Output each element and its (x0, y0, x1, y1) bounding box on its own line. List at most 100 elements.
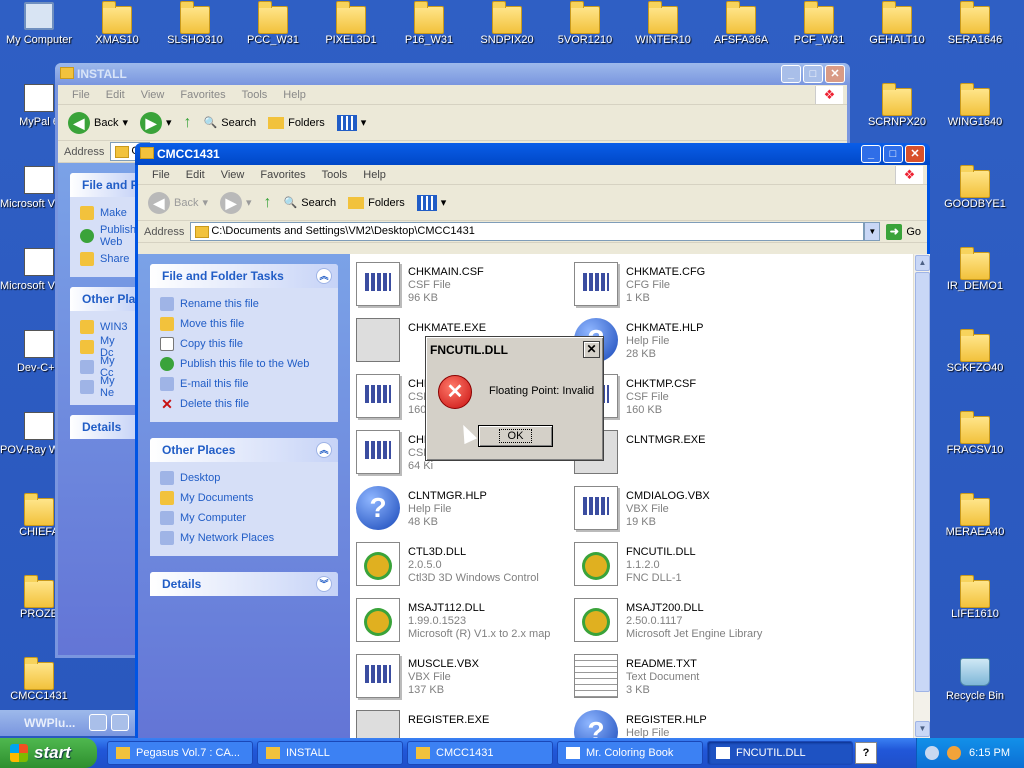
forward-button[interactable]: ▶ ▾ (136, 110, 176, 136)
desktop-icon[interactable]: SLSHO310 (156, 1, 234, 46)
scroll-thumb[interactable] (915, 272, 930, 692)
desktop-icon[interactable]: SCRNPX20 (858, 83, 936, 128)
menu-edit[interactable]: Edit (98, 89, 133, 101)
menu-edit[interactable]: Edit (178, 169, 213, 181)
panel-title[interactable]: Details (70, 415, 138, 439)
vertical-scrollbar[interactable]: ▲ ▼ (913, 254, 930, 738)
task-mr-coloring-book[interactable]: Mr. Coloring Book (557, 741, 703, 765)
file-tile[interactable]: CLNTMGR.EXE (574, 430, 784, 482)
task-fncutil[interactable]: FNCUTIL.DLL (707, 741, 853, 765)
cmcc-titlebar[interactable]: CMCC1431 _ □ ✕ (135, 143, 930, 165)
desktop-icon[interactable]: CMCC1431 (0, 657, 78, 702)
forward-button[interactable]: ▶ ▾ (216, 190, 256, 216)
task-email[interactable]: E-mail this file (160, 374, 328, 394)
file-tile[interactable]: FNCUTIL.DLL 1.1.2.0 FNC DLL-1 (574, 542, 784, 594)
help-quicklaunch-icon[interactable]: ? (855, 742, 877, 764)
task-publish[interactable]: Publish Web (80, 223, 136, 249)
menu-tools[interactable]: Tools (234, 89, 276, 101)
desktop-icon[interactable]: IR_DEMO1 (936, 247, 1014, 292)
menu-file[interactable]: File (144, 169, 178, 181)
scroll-up-arrow-icon[interactable]: ▲ (915, 255, 930, 271)
go-button[interactable]: ➜ Go (880, 223, 927, 240)
file-tile[interactable]: MSAJT200.DLL 2.50.0.1117 Microsoft Jet Eng… (574, 598, 784, 650)
desktop-icon[interactable]: XMAS10 (78, 1, 156, 46)
desktop-icon[interactable]: My Computer (0, 2, 78, 46)
file-tile[interactable]: MUSCLE.VBX VBX File 137 KB (356, 654, 566, 706)
dialog-close-button[interactable]: ✕ (583, 341, 600, 358)
expand-chevron-icon[interactable]: ︾ (316, 576, 332, 592)
clock[interactable]: 6:15 PM (969, 747, 1010, 759)
up-button[interactable]: ↑ (180, 112, 196, 134)
network-tray-icon[interactable] (925, 746, 940, 760)
desktop-icon[interactable]: PCC_W31 (234, 1, 312, 46)
desktop-icon[interactable]: PCF_W31 (780, 1, 858, 46)
menu-favorites[interactable]: Favorites (172, 89, 233, 101)
task-cmcc1431[interactable]: CMCC1431 (407, 741, 553, 765)
error-dialog[interactable]: FNCUTIL.DLL ✕ ✕ Floating Point: Invalid O… (425, 336, 604, 461)
file-tile[interactable]: CHKTMP.CSF CSF File 160 KB (574, 374, 784, 426)
collapse-chevron-icon[interactable]: ︽ (316, 442, 332, 458)
up-button[interactable]: ↑ (260, 192, 276, 214)
desktop-icon[interactable]: FRACSV10 (936, 411, 1014, 456)
desktop-icon[interactable]: Recycle Bin (936, 658, 1014, 702)
panel-title[interactable]: Other Pla (70, 287, 138, 311)
close-button[interactable]: ✕ (825, 65, 845, 83)
file-tile[interactable]: MSAJT112.DLL 1.99.0.1523 Microsoft (R) V1.… (356, 598, 566, 650)
place-my-network[interactable]: My Network Places (160, 528, 328, 548)
menu-view[interactable]: View (133, 89, 173, 101)
file-tile[interactable]: REGISTER.EXE (356, 710, 566, 738)
place-my-computer[interactable]: My Computer (160, 508, 328, 528)
start-button[interactable]: start (0, 738, 97, 768)
task-copy[interactable]: Copy this file (160, 334, 328, 354)
panel-title[interactable]: File and F (70, 173, 138, 197)
search-tray-icon[interactable] (947, 746, 962, 760)
search-button[interactable]: 🔍 Search (200, 114, 261, 131)
file-tile[interactable]: CHKMATE.CFG CFG File 1 KB (574, 262, 784, 314)
close-button[interactable] (111, 714, 129, 731)
file-tile[interactable]: ? CLNTMGR.HLP Help File 48 KB (356, 486, 566, 538)
scroll-down-arrow-icon[interactable]: ▼ (915, 721, 930, 737)
file-tile[interactable]: README.TXT Text Document 3 KB (574, 654, 784, 706)
back-button[interactable]: ◀ Back ▾ (144, 190, 212, 216)
maximize-button[interactable]: □ (883, 145, 903, 163)
task-install[interactable]: INSTALL (257, 741, 403, 765)
desktop-icon[interactable]: 5VOR1210 (546, 1, 624, 46)
panel-title[interactable]: File and Folder Tasks ︽ (150, 264, 338, 288)
minimize-button[interactable]: _ (781, 65, 801, 83)
task-rename[interactable]: Rename this file (160, 294, 328, 314)
address-input[interactable]: C:\Documents and Settings\VM2\Desktop\CM… (190, 222, 865, 241)
task-pegasus[interactable]: Pegasus Vol.7 : CA... (107, 741, 253, 765)
menu-view[interactable]: View (213, 169, 253, 181)
desktop-icon[interactable]: MERAEA40 (936, 493, 1014, 538)
file-tile[interactable]: CHKMAIN.CSF CSF File 96 KB (356, 262, 566, 314)
desktop-icon[interactable]: SERA1646 (936, 1, 1014, 46)
restore-button[interactable] (89, 714, 107, 731)
maximize-button[interactable]: □ (803, 65, 823, 83)
menu-file[interactable]: File (64, 89, 98, 101)
desktop-icon[interactable]: WING1640 (936, 83, 1014, 128)
minimize-button[interactable]: _ (861, 145, 881, 163)
desktop-icon[interactable]: P16_W31 (390, 1, 468, 46)
menu-tools[interactable]: Tools (314, 169, 356, 181)
collapse-chevron-icon[interactable]: ︽ (316, 268, 332, 284)
desktop-icon[interactable]: GOODBYE1 (936, 165, 1014, 210)
desktop-icon[interactable]: SNDPIX20 (468, 1, 546, 46)
panel-title[interactable]: Details ︾ (150, 572, 338, 596)
task-make[interactable]: Make (80, 203, 128, 223)
close-button[interactable]: ✕ (905, 145, 925, 163)
search-button[interactable]: 🔍 Search (280, 194, 341, 211)
desktop-icon[interactable]: AFSFA36A (702, 1, 780, 46)
task-publish[interactable]: Publish this file to the Web (160, 354, 328, 374)
place-my-documents[interactable]: My Dc (80, 335, 128, 359)
ok-button[interactable]: OK (478, 425, 553, 447)
task-move[interactable]: Move this file (160, 314, 328, 334)
place-win3[interactable]: WIN3 (80, 317, 128, 337)
views-button[interactable]: ▾ (413, 193, 451, 213)
address-dropdown-button[interactable]: ▼ (864, 222, 881, 241)
file-tile[interactable]: CMDIALOG.VBX VBX File 19 KB (574, 486, 784, 538)
place-my-documents[interactable]: My Documents (160, 488, 328, 508)
back-button[interactable]: ◀ Back ▾ (64, 110, 132, 136)
folders-button[interactable]: Folders (264, 115, 329, 131)
file-tile[interactable]: CTL3D.DLL 2.0.5.0 Ctl3D 3D Windows Control (356, 542, 566, 594)
desktop-icon[interactable]: SCKFZO40 (936, 329, 1014, 374)
